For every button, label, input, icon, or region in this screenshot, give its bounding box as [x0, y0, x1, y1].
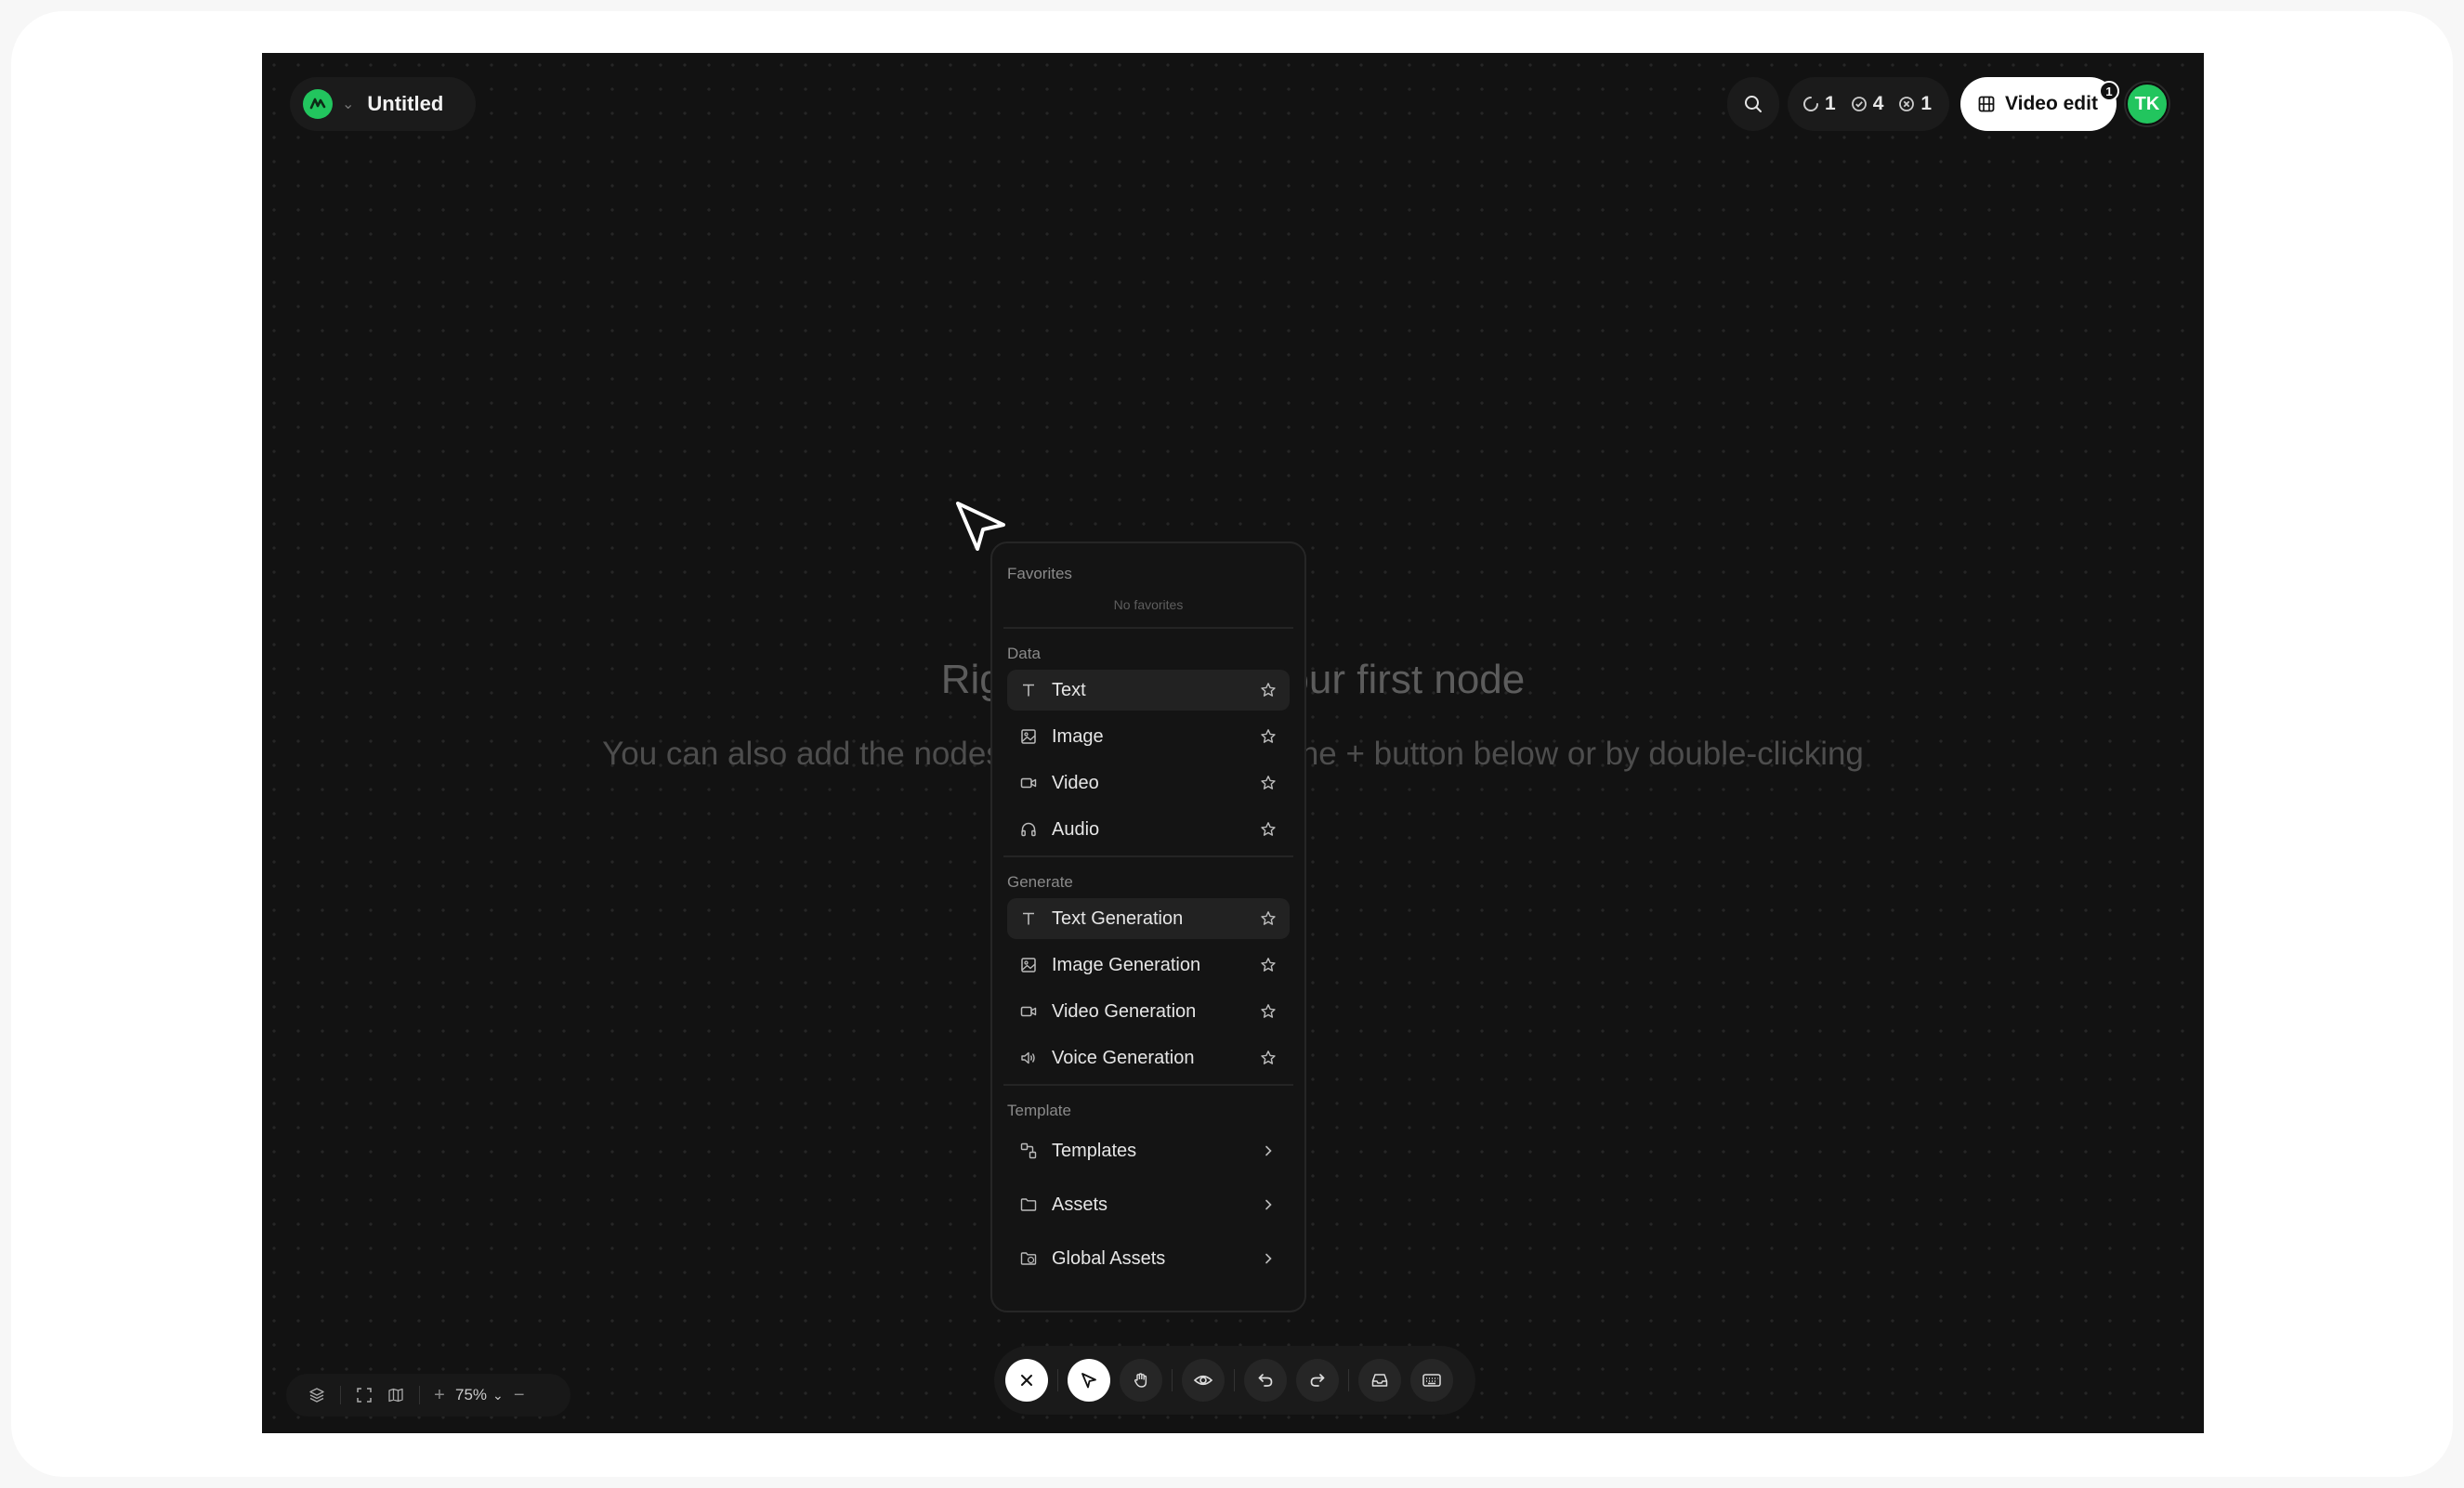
menu-item-assets[interactable]: Assets	[1007, 1181, 1290, 1229]
minimap-icon[interactable]	[384, 1383, 408, 1407]
star-icon[interactable]	[1258, 1048, 1278, 1068]
keyboard-icon	[1422, 1374, 1441, 1387]
x-circle-icon	[1899, 97, 1915, 111]
canvas-app[interactable]: ⌄ Untitled 1 4 1 Video edit 1 TK Right-c…	[262, 53, 2204, 1433]
video-edit-label: Video edit	[2005, 93, 2098, 114]
speaker-icon	[1018, 1048, 1039, 1068]
text-icon	[1018, 680, 1039, 700]
check-circle-icon	[1851, 97, 1867, 111]
divider	[1234, 1369, 1235, 1391]
select-tool-button[interactable]	[1068, 1359, 1110, 1402]
close-add-button[interactable]	[1005, 1359, 1048, 1402]
menu-item-audio[interactable]: Audio	[1007, 809, 1290, 850]
star-icon[interactable]	[1258, 680, 1278, 700]
preview-button[interactable]	[1182, 1359, 1225, 1402]
chevron-right-icon	[1258, 1141, 1278, 1161]
zoom-out-icon[interactable]: −	[511, 1383, 528, 1407]
job-status-counts[interactable]: 1 4 1	[1788, 77, 1949, 131]
keyboard-shortcuts-button[interactable]	[1410, 1359, 1453, 1402]
menu-item-video[interactable]: Video	[1007, 763, 1290, 803]
star-icon[interactable]	[1258, 908, 1278, 929]
failed-count: 1	[1898, 93, 1932, 115]
image-icon	[1018, 955, 1039, 975]
chevron-right-icon	[1258, 1194, 1278, 1215]
divider	[1172, 1369, 1173, 1391]
menu-item-text[interactable]: Text	[1007, 670, 1290, 711]
app-logo-icon	[303, 89, 333, 119]
no-favorites-text: No favorites	[1113, 597, 1184, 612]
project-title[interactable]: Untitled	[367, 92, 443, 116]
running-count: 1	[1802, 93, 1836, 115]
star-icon[interactable]	[1258, 1001, 1278, 1022]
chevron-down-icon[interactable]: ⌄	[342, 95, 354, 113]
divider	[1057, 1369, 1058, 1391]
globe-folder-icon	[1018, 1248, 1039, 1269]
video-edit-button[interactable]: Video edit	[1960, 77, 2117, 131]
zoom-level[interactable]: 75%	[455, 1386, 487, 1404]
menu-item-voice-generation[interactable]: Voice Generation	[1007, 1038, 1290, 1078]
menu-divider	[1003, 855, 1293, 857]
image-icon	[1018, 726, 1039, 747]
menu-item-global-assets[interactable]: Global Assets	[1007, 1234, 1290, 1283]
inbox-button[interactable]	[1358, 1359, 1401, 1402]
inbox-icon	[1371, 1374, 1388, 1387]
chevron-down-icon[interactable]: ⌄	[492, 1388, 504, 1403]
layers-icon[interactable]	[305, 1383, 329, 1407]
add-node-menu[interactable]: Favorites No favorites Data Text Image V…	[990, 542, 1306, 1312]
search-button[interactable]	[1727, 77, 1779, 131]
star-icon[interactable]	[1258, 726, 1278, 747]
folder-icon	[1018, 1194, 1039, 1215]
undo-button[interactable]	[1244, 1359, 1287, 1402]
divider	[1348, 1369, 1349, 1391]
star-icon[interactable]	[1258, 773, 1278, 793]
template-icon	[1018, 1141, 1039, 1161]
menu-item-image[interactable]: Image	[1007, 716, 1290, 757]
close-icon	[1021, 1375, 1032, 1386]
divider	[419, 1386, 420, 1404]
loading-icon	[1803, 97, 1818, 111]
view-controls: + 75% ⌄ −	[286, 1374, 570, 1416]
pointer-icon	[1081, 1373, 1096, 1389]
redo-icon	[1310, 1374, 1325, 1387]
data-section-label: Data	[1007, 645, 1041, 662]
video-camera-icon	[1018, 1001, 1039, 1022]
menu-item-templates[interactable]: Templates	[1007, 1127, 1290, 1175]
pan-tool-button[interactable]	[1120, 1359, 1162, 1402]
star-icon[interactable]	[1258, 819, 1278, 840]
generate-section-label: Generate	[1007, 873, 1073, 891]
divider	[340, 1386, 341, 1404]
star-icon[interactable]	[1258, 955, 1278, 975]
menu-item-text-generation[interactable]: Text Generation	[1007, 898, 1290, 939]
notification-badge: 1	[2099, 81, 2119, 101]
completed-count: 4	[1851, 93, 1883, 115]
favorites-section-label: Favorites	[1007, 565, 1072, 582]
video-camera-icon	[1018, 773, 1039, 793]
text-icon	[1018, 908, 1039, 929]
headphones-icon	[1018, 819, 1039, 840]
template-section-label: Template	[1007, 1102, 1071, 1119]
eye-icon	[1193, 1375, 1213, 1386]
search-icon	[1745, 96, 1762, 112]
project-title-pill[interactable]: ⌄ Untitled	[290, 77, 476, 131]
fit-view-icon[interactable]	[352, 1383, 376, 1407]
user-avatar[interactable]: TK	[2126, 83, 2169, 125]
zoom-in-icon[interactable]: +	[431, 1383, 448, 1407]
menu-item-video-generation[interactable]: Video Generation	[1007, 991, 1290, 1032]
bottom-toolbar	[994, 1346, 1475, 1415]
chevron-right-icon	[1258, 1248, 1278, 1269]
redo-button[interactable]	[1296, 1359, 1339, 1402]
hand-icon	[1134, 1373, 1147, 1388]
menu-divider	[1003, 627, 1293, 629]
menu-divider	[1003, 1084, 1293, 1086]
film-icon	[1978, 96, 1995, 112]
undo-icon	[1258, 1374, 1273, 1387]
menu-item-image-generation[interactable]: Image Generation	[1007, 945, 1290, 985]
